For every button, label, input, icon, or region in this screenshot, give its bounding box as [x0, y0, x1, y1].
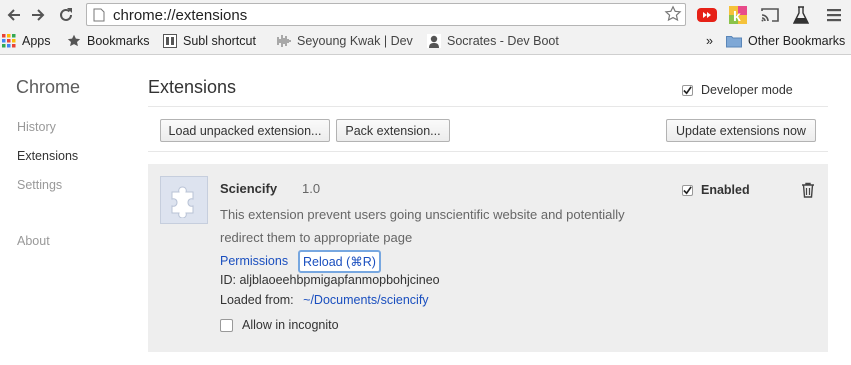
url-text: chrome://extensions	[113, 7, 248, 24]
back-arrow-icon	[7, 9, 20, 21]
forward-arrow-icon	[32, 9, 45, 21]
bookmark-apps[interactable]: Apps	[2, 34, 51, 48]
id-label: ID:	[220, 273, 236, 287]
bookmark-apps-label: Apps	[22, 34, 51, 48]
forward-button[interactable]	[27, 4, 49, 26]
trash-icon[interactable]	[801, 182, 815, 201]
allow-incognito-checkbox[interactable]	[220, 318, 233, 332]
allow-incognito-toggle[interactable]: Allow in incognito	[220, 318, 339, 332]
checkmark-icon	[683, 185, 692, 194]
enabled-checkbox[interactable]	[682, 184, 693, 196]
bookmarks-bar: Apps Bookmarks Subl shortcut Seyoung Kwa…	[0, 30, 851, 55]
developer-mode-checkbox[interactable]	[682, 84, 693, 96]
star-icon	[67, 34, 81, 48]
sidebar-item-history[interactable]: History	[17, 120, 56, 134]
loaded-from-label: Loaded from:	[220, 293, 294, 307]
page-icon	[93, 8, 105, 25]
sublime-doc-icon	[163, 34, 177, 48]
cast-icon[interactable]	[760, 5, 780, 25]
developer-mode-label: Developer mode	[701, 83, 793, 97]
menu-icon[interactable]	[824, 5, 844, 25]
socrates-bust-icon	[427, 34, 441, 48]
sidebar-item-settings[interactable]: Settings	[17, 178, 62, 192]
bookmark-bookmarks[interactable]: Bookmarks	[67, 34, 150, 48]
svg-text:k: k	[733, 8, 741, 24]
reload-icon	[60, 8, 72, 21]
developer-mode-toggle[interactable]: Developer mode	[682, 83, 793, 97]
youtube-icon[interactable]	[697, 5, 717, 25]
extension-version: 1.0	[302, 181, 321, 196]
k-extension-icon[interactable]: k	[728, 5, 748, 25]
folder-icon	[726, 35, 742, 48]
bookmark-subl-label: Subl shortcut	[183, 34, 256, 48]
extension-description: This extension prevent users going unsci…	[220, 207, 625, 245]
page-title: Extensions	[148, 77, 237, 97]
lab-flask-icon[interactable]	[791, 5, 811, 25]
bookmark-seyoung[interactable]: Seyoung Kwak | Dev	[275, 34, 413, 48]
sidebar-title: Chrome	[16, 77, 81, 97]
update-extensions-button[interactable]: Update extensions now	[666, 119, 816, 142]
bookmarks-overflow-label: »	[706, 34, 713, 48]
extension-id: ID: aljblaoeehbpmigapfanmopbohjcineo	[220, 273, 440, 287]
reload-link[interactable]: Reload (⌘R)	[298, 250, 381, 273]
bookmark-star-icon[interactable]	[664, 5, 682, 26]
bookmark-socrates-label: Socrates - Dev Boot	[447, 34, 559, 48]
bookmark-socrates[interactable]: Socrates - Dev Boot	[427, 34, 559, 48]
bookmark-subl-shortcut[interactable]: Subl shortcut	[163, 34, 256, 48]
enabled-label: Enabled	[701, 183, 750, 197]
browser-toolbar: chrome://extensions k	[0, 0, 851, 30]
loaded-from: Loaded from: ~/Documents/sciencify	[220, 293, 429, 307]
buttons-divider	[148, 151, 828, 152]
reload-button[interactable]	[55, 4, 77, 26]
checkmark-icon	[683, 85, 692, 94]
id-value: aljblaoeehbpmigapfanmopbohjcineo	[239, 273, 440, 287]
sidebar-item-about[interactable]: About	[17, 234, 50, 248]
permissions-link[interactable]: Permissions	[220, 254, 288, 268]
load-unpacked-button[interactable]: Load unpacked extension...	[160, 119, 330, 142]
enabled-toggle[interactable]: Enabled	[682, 183, 750, 197]
waveform-icon	[275, 34, 291, 48]
apps-grid-icon	[2, 34, 16, 48]
bookmark-bookmarks-label: Bookmarks	[87, 34, 150, 48]
back-button[interactable]	[3, 4, 25, 26]
bookmarks-overflow-chevron[interactable]: »	[706, 34, 713, 48]
address-bar[interactable]: chrome://extensions	[86, 3, 686, 26]
loaded-from-path-link[interactable]: ~/Documents/sciencify	[303, 293, 428, 307]
bookmark-seyoung-label: Seyoung Kwak | Dev	[297, 34, 413, 48]
sidebar-item-extensions[interactable]: Extensions	[17, 149, 78, 163]
header-divider	[148, 106, 828, 107]
extension-name: Sciencify	[220, 181, 278, 196]
puzzle-piece-icon	[160, 176, 208, 224]
bookmark-other-label: Other Bookmarks	[748, 34, 846, 48]
allow-incognito-label: Allow in incognito	[242, 318, 339, 332]
bookmark-other[interactable]: Other Bookmarks	[726, 34, 845, 48]
pack-extension-button[interactable]: Pack extension...	[336, 119, 450, 142]
